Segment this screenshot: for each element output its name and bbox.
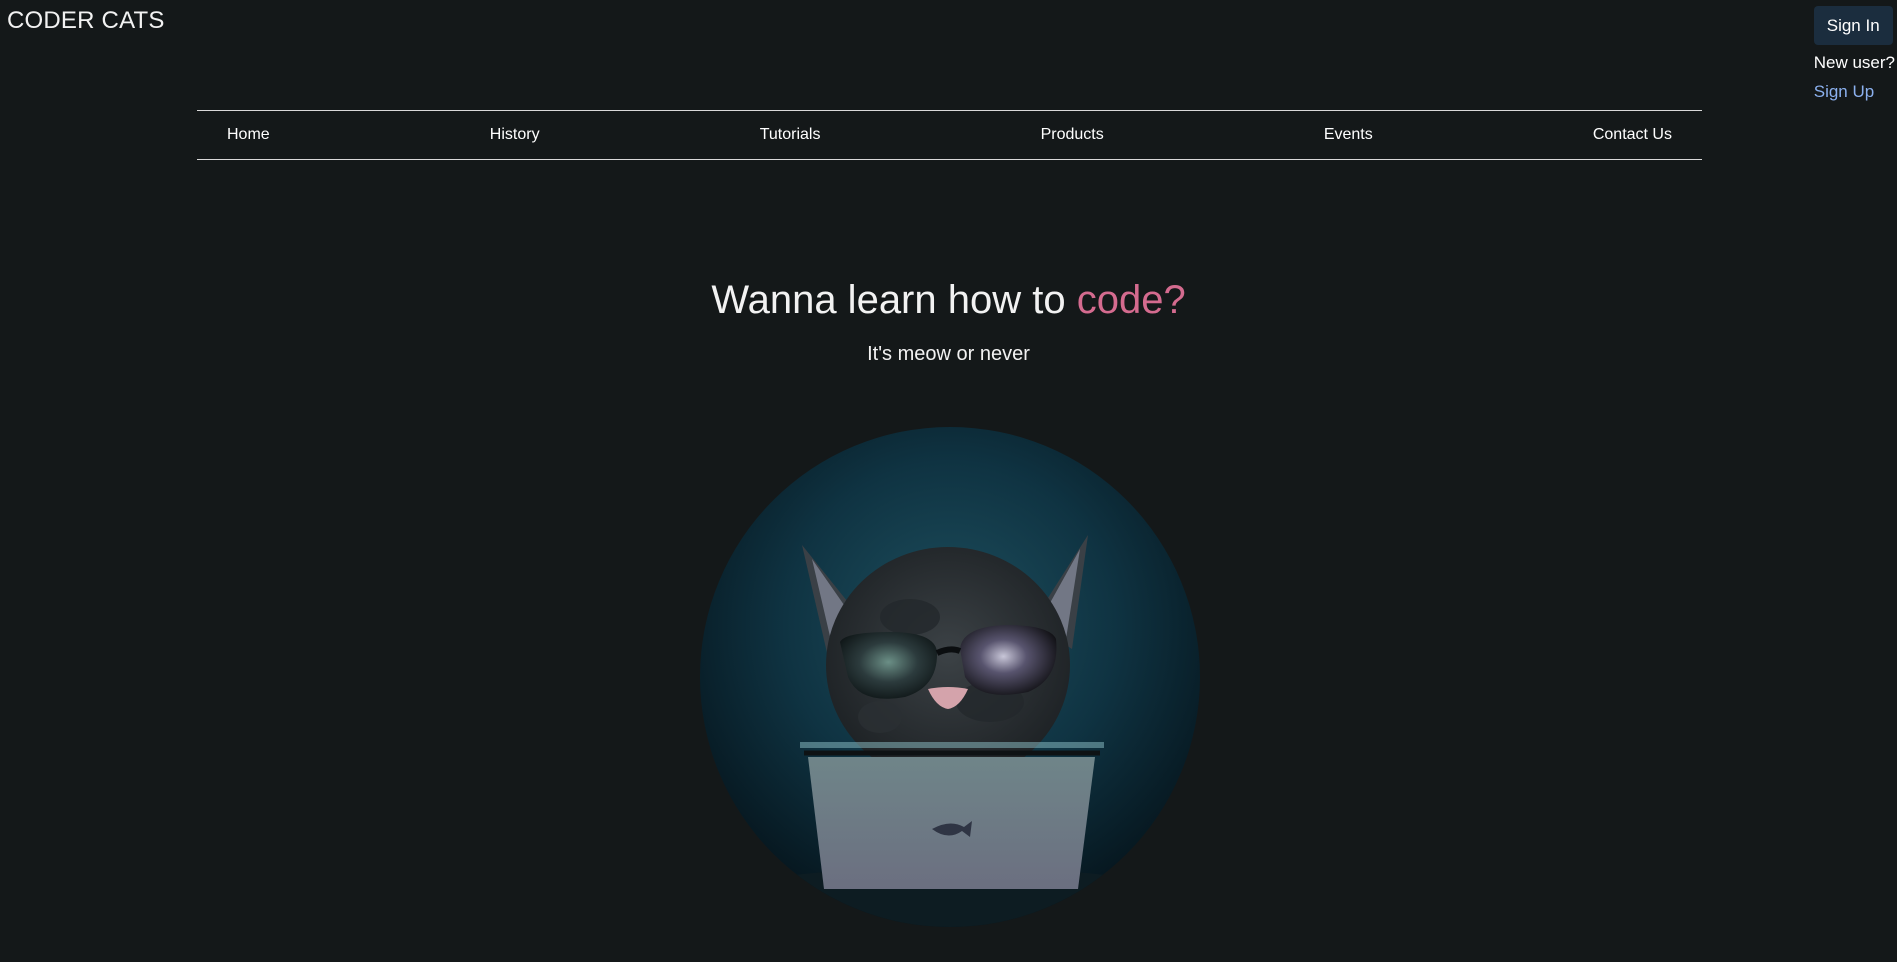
nav-item-history[interactable]: History bbox=[490, 126, 540, 144]
nav-item-contact-us[interactable]: Contact Us bbox=[1593, 126, 1672, 144]
laptop bbox=[808, 757, 1095, 889]
sign-up-link[interactable]: Sign Up bbox=[1814, 82, 1874, 102]
sign-in-button[interactable]: Sign In bbox=[1813, 6, 1893, 45]
nav-item-tutorials[interactable]: Tutorials bbox=[760, 126, 821, 144]
coder-cat-illustration bbox=[700, 427, 1200, 927]
hero-subtitle: It's meow or never bbox=[867, 343, 1030, 365]
coder-cat-image bbox=[700, 427, 1200, 927]
hero-title: Wanna learn how to code? bbox=[0, 278, 1897, 323]
main-nav: Home History Tutorials Products Events C… bbox=[197, 110, 1702, 160]
page: CODER CATS Sign In New user? Sign Up Hom… bbox=[0, 0, 1897, 962]
hero-title-accent: code? bbox=[1076, 278, 1186, 322]
nav-item-home[interactable]: Home bbox=[227, 126, 270, 144]
nav-item-events[interactable]: Events bbox=[1324, 126, 1373, 144]
site-logo[interactable]: CODER CATS bbox=[7, 7, 165, 35]
auth-panel: Sign In New user? Sign Up bbox=[1813, 6, 1895, 102]
new-user-text: New user? bbox=[1813, 53, 1895, 72]
nav-item-products[interactable]: Products bbox=[1041, 126, 1104, 144]
hero-title-prefix: Wanna learn how to bbox=[711, 278, 1077, 322]
